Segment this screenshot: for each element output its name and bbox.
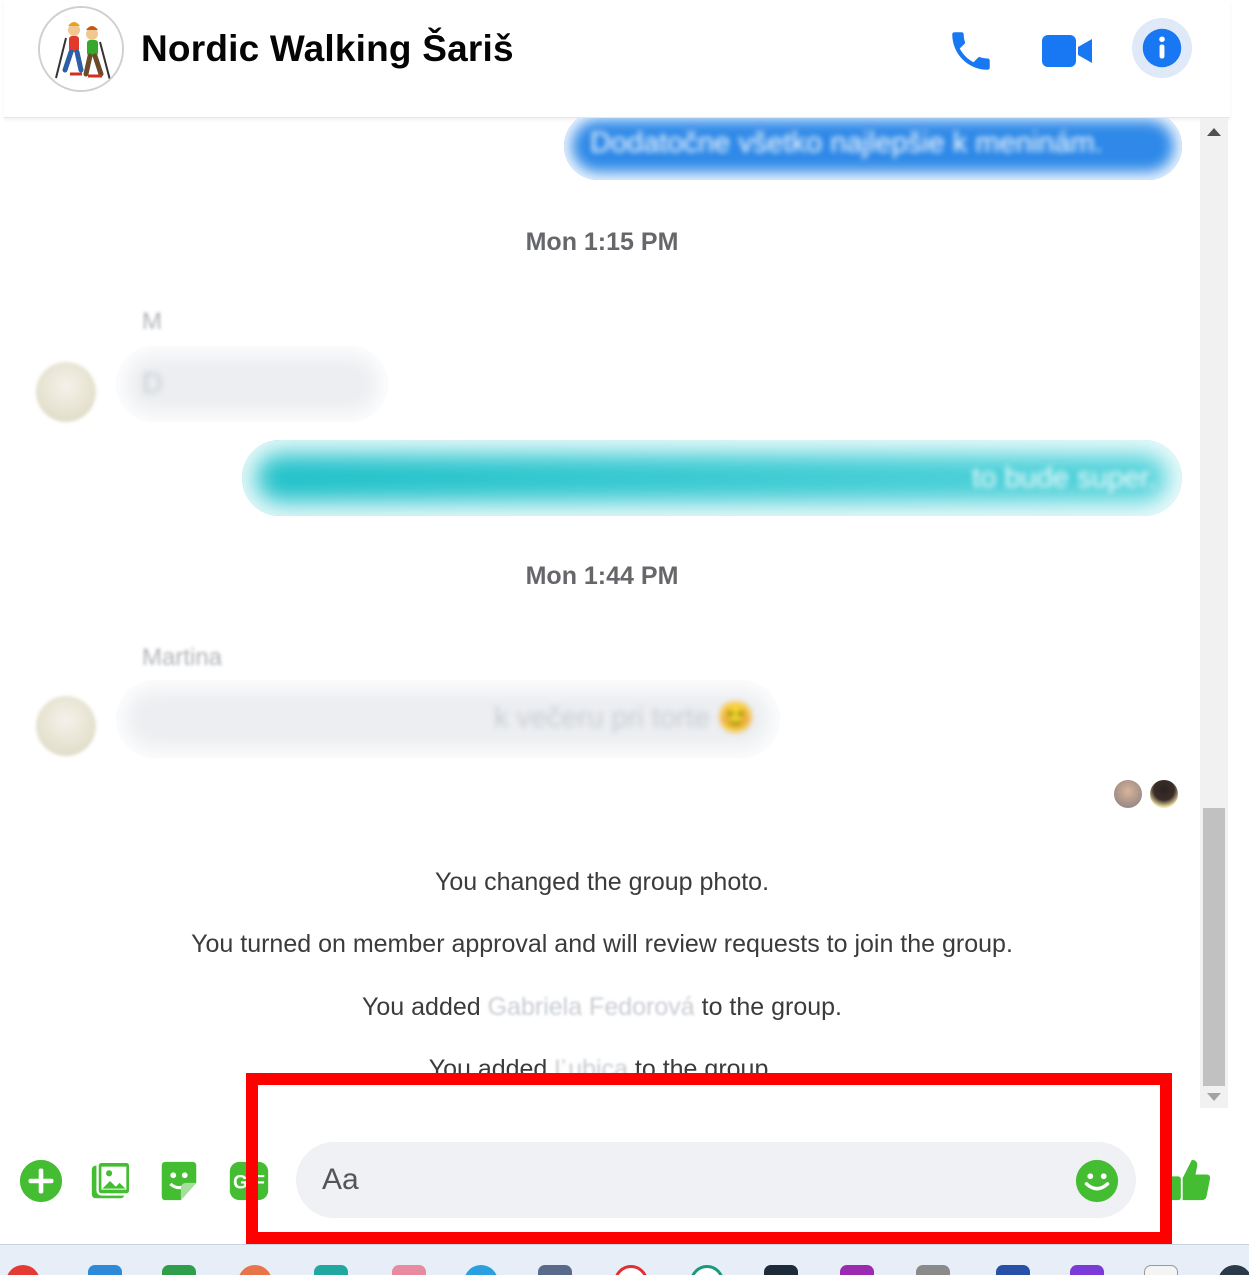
message-text: Dodatočne všetko najlepšie k meninám.	[590, 127, 1103, 159]
video-call-icon[interactable]	[1040, 24, 1094, 78]
member-name-link[interactable]: Ľubica	[554, 1055, 628, 1083]
message-text: D	[142, 368, 163, 400]
system-message: You added Ľubica to the group.	[4, 1055, 1200, 1084]
scroll-thumb[interactable]	[1203, 808, 1225, 1086]
taskbar-app-icon[interactable]	[764, 1265, 798, 1275]
system-message: You changed the group photo.	[434, 868, 770, 896]
taskbar-app-icon[interactable]	[1070, 1265, 1104, 1275]
taskbar-app-icon[interactable]	[996, 1265, 1030, 1275]
taskbar-app-icon[interactable]	[6, 1265, 40, 1275]
system-message-prefix: You added	[428, 1055, 555, 1083]
member-name-link[interactable]: Gabriela Fedorová	[488, 993, 695, 1021]
taskbar-app-icon[interactable]	[1144, 1265, 1178, 1275]
seen-by-avatar[interactable]	[1148, 778, 1180, 810]
system-message-suffix: to the group.	[694, 993, 842, 1021]
timestamp: Mon 1:44 PM	[525, 562, 679, 590]
taskbar-app-icon[interactable]	[840, 1265, 874, 1275]
message-list[interactable]: Dodatočne všetko najlepšie k meninám. Mo…	[4, 118, 1200, 1108]
gif-icon[interactable]: GIF	[226, 1158, 272, 1204]
taskbar-app-icon[interactable]	[238, 1265, 272, 1275]
scroll-down-arrow-icon[interactable]	[1207, 1093, 1221, 1101]
like-icon[interactable]	[1168, 1156, 1212, 1204]
sender-name: Martina	[142, 644, 223, 671]
system-message: You turned on member approval and will r…	[191, 930, 1013, 958]
phone-call-icon[interactable]	[944, 24, 998, 78]
conversation-title[interactable]: Nordic Walking Šariš	[141, 28, 514, 70]
taskbar-app-icon[interactable]	[1218, 1265, 1249, 1275]
nordic-walkers-logo	[40, 8, 122, 90]
taskbar-app-icon[interactable]	[162, 1265, 196, 1275]
taskbar-app-icon[interactable]	[88, 1265, 122, 1275]
taskbar-app-icon[interactable]	[614, 1265, 648, 1275]
group-avatar[interactable]	[38, 6, 124, 92]
taskbar-app-icon[interactable]	[392, 1265, 426, 1275]
message-text: to bude super.	[972, 462, 1156, 494]
taskbar-app-icon[interactable]	[464, 1265, 498, 1275]
info-icon[interactable]	[1132, 18, 1192, 78]
sticker-icon[interactable]	[156, 1158, 202, 1204]
sender-avatar[interactable]	[36, 696, 96, 756]
scrollbar[interactable]	[1200, 118, 1228, 1108]
sender-avatar[interactable]	[36, 362, 96, 422]
taskbar-app-icon[interactable]	[916, 1265, 950, 1275]
taskbar-app-icon[interactable]	[314, 1265, 348, 1275]
incoming-message[interactable]: D	[116, 346, 388, 422]
outgoing-message[interactable]: to bude super.	[242, 440, 1182, 516]
chat-header: Nordic Walking Šariš	[4, 0, 1230, 118]
plus-icon[interactable]	[18, 1158, 64, 1204]
message-text: k večeru pri torte 😊	[493, 702, 754, 734]
outgoing-message[interactable]: Dodatočne všetko najlepšie k meninám.	[564, 118, 1182, 180]
system-message-prefix: You added	[362, 993, 488, 1021]
timestamp: Mon 1:15 PM	[525, 228, 679, 256]
sender-name: M	[142, 308, 162, 335]
message-input[interactable]	[296, 1142, 1136, 1218]
taskbar-app-icon[interactable]	[690, 1265, 724, 1275]
taskbar-app-icon[interactable]	[538, 1265, 572, 1275]
incoming-message[interactable]: k večeru pri torte 😊	[116, 680, 780, 758]
scroll-up-arrow-icon[interactable]	[1207, 128, 1221, 136]
taskbar	[0, 1244, 1249, 1275]
seen-by-avatar[interactable]	[1112, 778, 1144, 810]
svg-text:GIF: GIF	[233, 1173, 265, 1194]
image-icon[interactable]	[88, 1158, 134, 1204]
system-message-suffix: to the group.	[627, 1055, 776, 1083]
system-message: You added Gabriela Fedorová to the group…	[4, 993, 1200, 1022]
emoji-icon[interactable]	[1074, 1158, 1120, 1204]
message-composer: GIF	[0, 1108, 1249, 1244]
